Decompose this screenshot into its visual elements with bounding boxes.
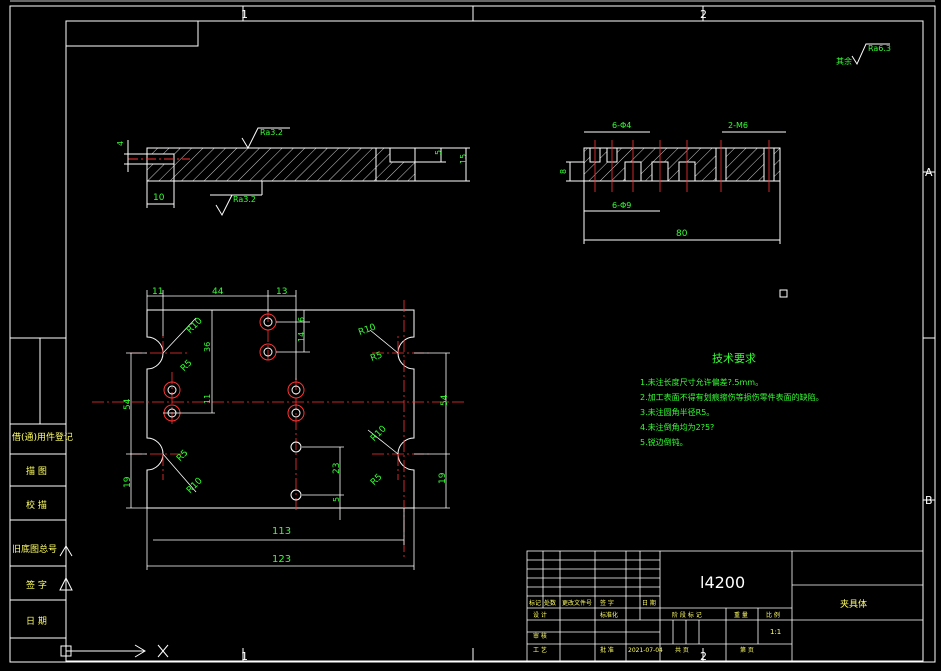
tb-change-doc: 更改文件号 <box>562 599 592 607</box>
left-panel-row-4: 旧底图总号 <box>12 543 57 555</box>
tech-req-line-1: 1.未注长度尺寸允许偏差?.5mm。 <box>640 377 763 387</box>
dim-plan-14: 14 <box>297 332 306 342</box>
tech-req-line-5: 5.锐边倒钝。 <box>640 437 688 447</box>
tb-count: 处数 <box>544 599 556 607</box>
tb-total-pages: 共 页 <box>675 646 689 654</box>
tb-sign: 签 字 <box>600 599 614 607</box>
dim-plan-123: 123 <box>272 554 291 565</box>
tb-sheet-no: 第 页 <box>740 646 754 654</box>
zone-label-right-b: B <box>925 494 933 507</box>
zone-label-bottom-1: 1 <box>241 650 248 663</box>
tb-stage-mark: 阶 段 标 记 <box>672 611 702 619</box>
left-panel-row-3: 校 描 <box>26 499 47 511</box>
zone-label-top-2: 2 <box>700 8 707 21</box>
roughness-top: Ra3.2 <box>260 128 283 137</box>
tb-weight: 重 量 <box>734 611 748 619</box>
tb-standardize: 标准化 <box>600 611 618 619</box>
dim-side-80: 80 <box>676 229 688 239</box>
dim-plan-6: 6 <box>297 317 306 322</box>
title-block-material: l4200 <box>700 573 745 592</box>
side-holes-4: 6-Φ4 <box>612 121 631 130</box>
dim-plan-23: 23 <box>332 463 342 474</box>
dim-plan-113: 113 <box>272 526 291 537</box>
tb-design: 设 计 <box>533 611 547 619</box>
left-panel-row-6: 日 期 <box>26 616 47 627</box>
roughness-overall-prefix: 其余 <box>836 56 852 66</box>
roughness-bottom: Ra3.2 <box>233 195 256 204</box>
tb-date-value: 2021-07-04 <box>628 647 663 654</box>
dim-plan-13: 13 <box>276 287 287 297</box>
title-block-part-name: 夹具体 <box>840 598 867 610</box>
tech-req-line-3: 3.未注圆角半径R5。 <box>640 407 714 417</box>
tech-req-line-2: 2.加工表面不得有划痕擦伤等损伤零件表面的缺陷。 <box>640 392 824 402</box>
side-holes-9: 6-Φ9 <box>612 201 631 210</box>
tb-scale-value: 1:1 <box>770 628 781 636</box>
dim-plan-19-left: 19 <box>123 476 133 488</box>
dim-plan-54-right: 54 <box>440 394 450 406</box>
dim-plan-36: 36 <box>203 342 212 352</box>
dim-plan-11b: 11 <box>203 394 212 404</box>
dim-plan-19-right: 19 <box>438 472 448 484</box>
dim-section-15: 15 <box>459 154 468 164</box>
left-panel-row-5: 签 字 <box>26 579 47 591</box>
left-panel-row-2: 描 图 <box>26 465 47 477</box>
tb-date: 日 期 <box>642 599 656 607</box>
dim-section-10: 10 <box>153 193 165 203</box>
dim-plan-5: 5 <box>332 497 341 502</box>
side-thread-m6: 2-M6 <box>728 121 748 130</box>
roughness-overall-value: Ra6.3 <box>868 44 891 53</box>
cad-drawing-canvas[interactable]: 1 2 1 2 A B 借(通)用件登记 描 图 校 描 旧底图总号 签 字 日… <box>0 0 941 671</box>
tb-approve: 批 准 <box>600 646 614 654</box>
tb-review: 审 核 <box>533 632 547 640</box>
zone-label-right-a: A <box>925 166 933 179</box>
dim-side-8: 8 <box>559 169 568 174</box>
dim-plan-11: 11 <box>152 287 163 297</box>
tb-scale: 比 例 <box>766 611 780 619</box>
tech-req-line-4: 4.未注倒角均为2?5? <box>640 422 714 432</box>
drawing-background <box>0 0 941 671</box>
dim-section-5: 5 <box>434 150 443 155</box>
zone-label-top-1: 1 <box>241 8 248 21</box>
left-panel-row-1: 借(通)用件登记 <box>12 431 73 443</box>
dim-plan-44: 44 <box>212 287 224 297</box>
dim-plan-54-left: 54 <box>123 398 133 410</box>
tech-req-title: 技术要求 <box>712 352 756 365</box>
tb-mark: 标记 <box>529 599 541 607</box>
tb-process: 工 艺 <box>533 646 547 654</box>
dim-section-4: 4 <box>116 141 125 146</box>
